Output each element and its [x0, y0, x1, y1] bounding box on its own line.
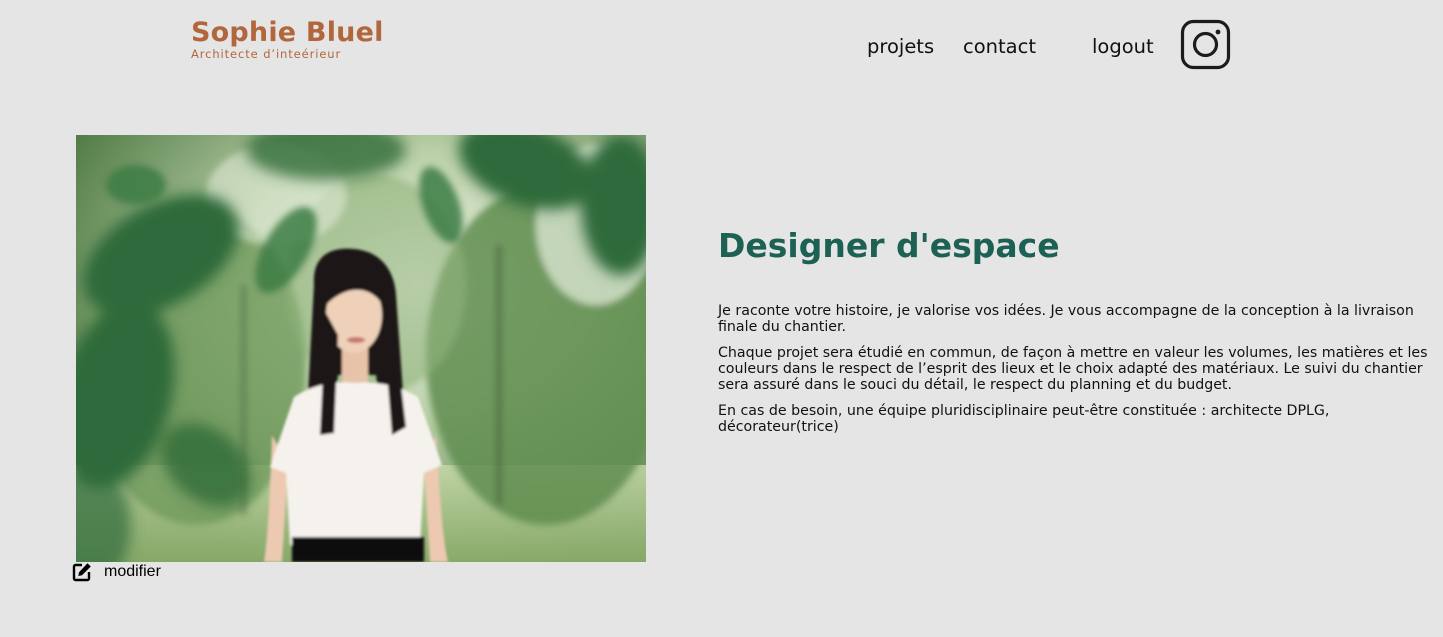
logo-subtitle: Architecte d’inteérieur [191, 47, 342, 61]
pen-to-square-icon [72, 562, 92, 582]
nav-contact[interactable]: contact [963, 34, 1036, 60]
portrait-photo [76, 135, 646, 562]
introduction-title: Designer d'espace [718, 226, 1060, 265]
introduction-paragraph: Je raconte votre histoire, je valorise v… [718, 303, 1414, 335]
instagram-icon[interactable] [1180, 19, 1232, 71]
introduction-paragraph: Chaque projet sera étudié en commun, de … [718, 345, 1428, 393]
introduction-text: Je raconte votre histoire, je valorise v… [718, 303, 1430, 445]
edit-photo-button[interactable]: modifier [72, 561, 161, 583]
logo[interactable]: Sophie Bluel Architecte d’inteérieur [191, 17, 384, 61]
nav-projets[interactable]: projets [867, 34, 934, 60]
nav-logout[interactable]: logout [1092, 34, 1154, 60]
logo-name: Sophie Bluel [191, 17, 384, 48]
edit-label: modifier [104, 563, 161, 580]
introduction-paragraph: En cas de besoin, une équipe pluridiscip… [718, 403, 1330, 435]
